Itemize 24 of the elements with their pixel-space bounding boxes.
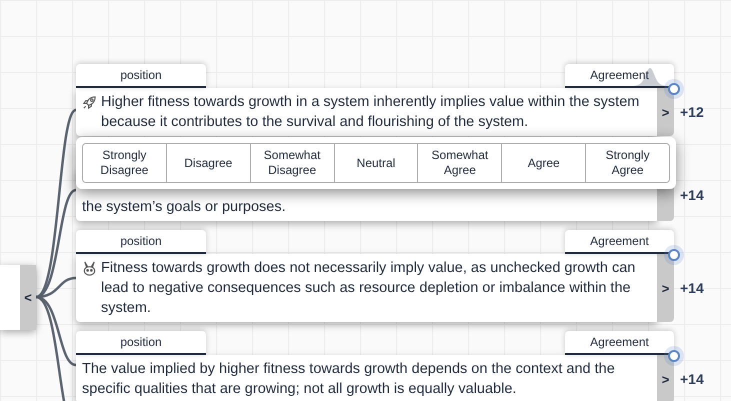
agreement-tab[interactable]: Agreement	[565, 331, 674, 355]
connector-handle[interactable]	[668, 350, 680, 362]
position-tab[interactable]: position	[76, 64, 206, 88]
position-tab[interactable]: position	[76, 331, 206, 355]
expand-button[interactable]: >	[657, 254, 674, 322]
rocket-icon	[82, 95, 97, 110]
score: +12	[679, 103, 705, 122]
score: +14	[679, 279, 705, 298]
expand-button[interactable]: >	[657, 355, 674, 401]
score: +14	[679, 370, 705, 389]
position-text: The value implied by higher fitness towards growth depends on the context and the specific qualities that are growing; not all growth is equally valuable.	[82, 360, 616, 399]
rating-option[interactable]: Strongly Disagree	[83, 144, 167, 182]
connector-handle[interactable]	[668, 83, 680, 95]
connector-handle[interactable]	[668, 249, 680, 261]
rabbit-icon	[82, 261, 97, 276]
position-text: Fitness towards growth does not necessarily imply value, as unchecked growth can lead to negative consequences such as resource depletion or imbalance within the system.	[101, 259, 636, 318]
position-tab[interactable]: position	[76, 230, 206, 254]
expand-button[interactable]: >	[657, 88, 674, 136]
score: +14	[679, 186, 705, 205]
collapse-button[interactable]: <	[20, 265, 36, 330]
position-text: Higher fitness towards growth in a system inherently implies value within the system because it contributes to the survival and flourishing of the system.	[101, 93, 640, 132]
agreement-tab[interactable]: Agreement	[565, 230, 674, 254]
position-text: the system’s goals or purposes.	[82, 198, 286, 217]
agreement-tab[interactable]: Agreement	[565, 64, 674, 88]
